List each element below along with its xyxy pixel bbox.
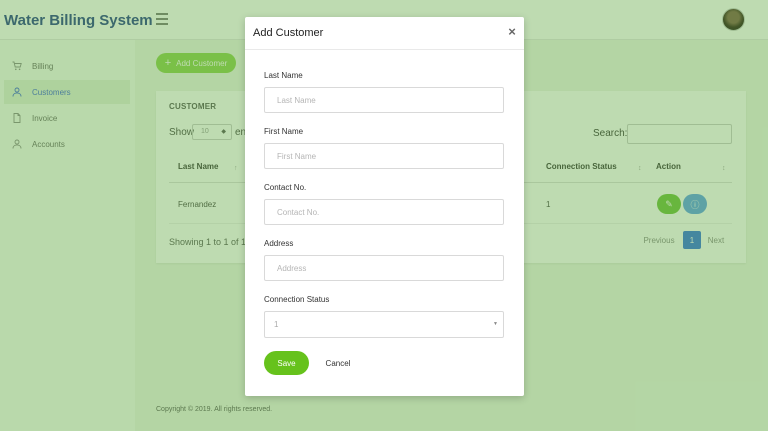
modal-header: Add Customer × (245, 17, 524, 50)
address-label: Address (264, 239, 294, 248)
last-name-label: Last Name (264, 71, 303, 80)
chevron-down-icon: ▼ (493, 321, 498, 327)
add-customer-modal: Add Customer × Last Name First Name Cont… (245, 17, 524, 396)
connection-status-value: 1 (274, 320, 279, 329)
connection-status-select[interactable]: 1 ▼ (264, 311, 504, 338)
connection-status-label: Connection Status (264, 295, 330, 304)
close-icon[interactable]: × (505, 24, 519, 40)
first-name-input[interactable] (264, 143, 504, 169)
save-button[interactable]: Save (264, 351, 309, 375)
contact-no-label: Contact No. (264, 183, 307, 192)
modal-title: Add Customer (253, 27, 324, 39)
last-name-input[interactable] (264, 87, 504, 113)
first-name-label: First Name (264, 127, 304, 136)
contact-no-input[interactable] (264, 199, 504, 225)
address-input[interactable] (264, 255, 504, 281)
cancel-button[interactable]: Cancel (321, 351, 355, 375)
